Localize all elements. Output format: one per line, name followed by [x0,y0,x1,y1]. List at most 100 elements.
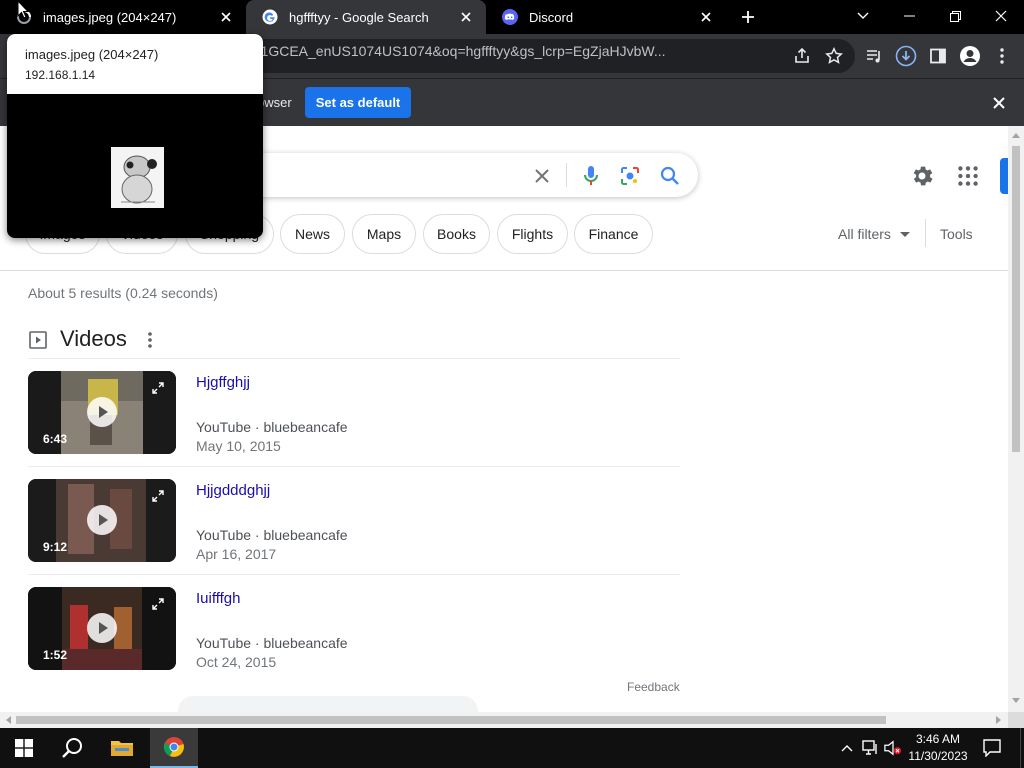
tab-search-button[interactable] [840,0,886,32]
tab-title: hgffftyy - Google Search [289,9,429,25]
play-icon [87,397,117,427]
windows-taskbar: 3:46 AM 11/30/2023 [0,728,1024,768]
tab-title: Discord [529,9,574,25]
close-icon [995,10,1007,22]
section-divider [28,358,680,359]
video-source: YouTube · bluebeancafe [196,635,348,651]
chip-maps[interactable]: Maps [352,214,416,254]
preview-host: 192.168.1.14 [25,68,96,82]
set-default-button[interactable]: Set as default [305,87,411,118]
video-title-link[interactable]: Hjgffghjj [196,374,250,391]
scroll-left-icon[interactable] [5,716,11,724]
close-icon[interactable] [988,92,1010,114]
tools-divider [925,219,926,247]
share-icon[interactable] [790,44,814,68]
new-tab-button[interactable] [726,1,770,33]
kebab-menu-icon[interactable] [990,44,1014,68]
notification-center-icon[interactable] [982,738,1002,758]
restore-button[interactable] [932,0,978,32]
camera-lens-icon[interactable] [618,164,642,188]
video-title-link[interactable]: Hjjgdddghjj [196,482,270,499]
result-divider [28,574,680,575]
preview-header: images.jpeg (204×247) 192.168.1.14 [7,34,263,94]
plus-icon [742,11,754,23]
tools-button[interactable]: Tools [940,226,973,242]
nav-divider [0,270,1008,271]
scroll-up-icon[interactable] [1012,132,1020,138]
folder-icon [111,741,133,756]
video-title-link[interactable]: Iuifffgh [196,590,241,607]
clear-search-icon[interactable] [530,164,554,188]
expand-icon [152,382,164,394]
search-icon [62,738,82,758]
video-date: Apr 16, 2017 [196,546,277,562]
feedback-link[interactable]: Feedback [627,680,680,694]
tray-overflow-chevron-icon[interactable] [838,738,856,758]
video-duration: 9:12 [43,540,68,554]
minimize-button[interactable] [886,0,932,32]
video-result[interactable]: 9:12 Hjjgdddghjj YouTube · bluebeancafe … [28,479,680,579]
media-controls-icon[interactable] [862,44,886,68]
chevron-down-icon [857,12,869,19]
start-button[interactable] [0,728,48,768]
show-desktop-button[interactable] [1020,728,1024,768]
close-icon[interactable] [216,7,236,27]
close-icon[interactable] [696,7,716,27]
network-icon[interactable] [862,738,880,758]
scroll-down-icon[interactable] [1012,698,1020,704]
chip-books[interactable]: Books [423,214,490,254]
close-window-button[interactable] [978,0,1024,32]
scrollbar-corner [1008,712,1024,728]
video-duration: 1:52 [43,648,68,662]
vertical-scroll-thumb[interactable] [1012,146,1020,452]
preview-thumbnail [111,147,164,208]
horizontal-scroll-thumb[interactable] [16,716,886,724]
vertical-scrollbar[interactable] [1008,126,1024,712]
result-divider [28,466,680,467]
taskbar-search-button[interactable] [48,728,96,768]
preview-title: images.jpeg (204×247) [25,47,159,62]
section-title: Videos [60,326,127,351]
clock-time[interactable]: 3:46 AM [906,732,970,746]
gear-icon[interactable] [909,163,935,189]
microphone-icon[interactable] [579,164,603,188]
apps-grid-icon[interactable] [955,163,981,189]
expand-icon [152,598,164,610]
horizontal-scrollbar[interactable] [0,712,1008,728]
result-stats: About 5 results (0.24 seconds) [28,285,218,301]
video-thumbnail[interactable]: 1:52 [28,587,176,670]
chip-finance[interactable]: Finance [574,214,653,254]
all-filters-button[interactable]: All filters [838,226,891,242]
sign-in-button[interactable] [1000,158,1008,194]
discord-icon [502,9,518,25]
side-panel-icon[interactable] [926,44,950,68]
download-icon[interactable] [894,44,918,68]
tab-google-search[interactable]: hgffftyy - Google Search [246,0,486,34]
more-vert-icon[interactable] [146,330,154,350]
scroll-right-icon[interactable] [996,716,1002,724]
video-result[interactable]: 6:43 Hjgffghjj YouTube · bluebeancafe Ma… [28,371,680,471]
video-date: Oct 24, 2015 [196,654,277,670]
tab-hover-preview: images.jpeg (204×247) 192.168.1.14 [7,34,263,238]
chip-flights[interactable]: Flights [497,214,568,254]
clock-date[interactable]: 11/30/2023 [906,749,970,763]
chrome-taskbar-button[interactable] [150,728,198,768]
expand-icon [152,490,164,502]
chip-news[interactable]: News [280,214,345,254]
file-explorer-button[interactable] [98,728,146,768]
caret-down-icon [900,232,910,237]
view-all-button[interactable] [178,696,478,712]
tab-discord[interactable]: Discord [486,0,726,34]
video-section-icon [29,331,47,349]
bookmark-star-icon[interactable] [822,44,846,68]
close-icon[interactable] [456,7,476,27]
video-thumbnail[interactable]: 9:12 [28,479,176,562]
mouse-cursor-icon [17,0,29,19]
video-result[interactable]: 1:52 Iuifffgh YouTube · bluebeancafe Oct… [28,587,680,687]
screen: images.jpeg (204×247) hgffftyy - Google … [0,0,1024,768]
volume-muted-icon[interactable] [884,738,902,758]
profile-avatar-icon[interactable] [958,44,982,68]
tab-images[interactable]: images.jpeg (204×247) [0,0,246,34]
video-thumbnail[interactable]: 6:43 [28,371,176,454]
search-icon[interactable] [658,164,682,188]
